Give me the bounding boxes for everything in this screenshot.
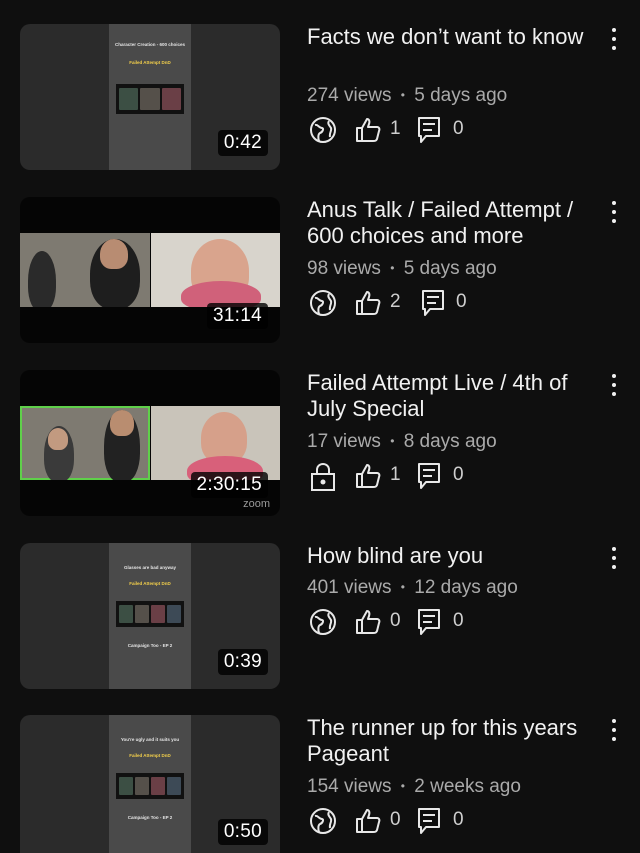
video-row[interactable]: Glasses are bad anyway Failed Attempt Dn… <box>0 543 640 715</box>
video-meta: 401 views • 12 days ago <box>307 577 518 599</box>
thumbs-up-icon[interactable] <box>354 116 382 144</box>
comment-icon[interactable] <box>421 289 447 317</box>
video-row[interactable]: You're ugly and it suits you Failed Atte… <box>0 715 640 853</box>
globe-icon[interactable] <box>309 289 337 317</box>
video-thumbnail[interactable]: 2:30:15 zoom <box>20 370 280 516</box>
video-actions: 1 0 <box>307 116 607 146</box>
video-title[interactable]: The runner up for this years Pageant <box>307 715 597 767</box>
duration-badge: 0:42 <box>217 130 268 156</box>
lock-icon[interactable] <box>309 462 337 492</box>
video-thumbnail[interactable]: Glasses are bad anyway Failed Attempt Dn… <box>20 543 280 689</box>
more-options-icon[interactable] <box>606 717 622 743</box>
upload-age: 2 weeks ago <box>414 776 521 797</box>
comment-count: 0 <box>456 291 467 312</box>
video-actions: 0 0 <box>307 807 607 837</box>
more-options-icon[interactable] <box>606 199 622 225</box>
comment-icon[interactable] <box>417 462 443 490</box>
video-meta: 17 views • 8 days ago <box>307 431 497 453</box>
separator: • <box>390 434 395 448</box>
like-count: 1 <box>390 118 401 139</box>
duration-badge: 2:30:15 <box>190 472 268 498</box>
duration-badge: 0:50 <box>217 819 268 845</box>
globe-icon[interactable] <box>309 608 337 636</box>
video-thumbnail[interactable]: 31:14 <box>20 197 280 343</box>
short-preview: You're ugly and it suits you Failed Atte… <box>109 715 191 853</box>
webcam-tile <box>151 406 280 480</box>
thumb-mini-frame <box>116 84 184 114</box>
thumbs-up-icon[interactable] <box>354 608 382 636</box>
zoom-watermark: zoom <box>243 498 270 510</box>
view-count: 17 views <box>307 431 381 452</box>
video-actions: 1 0 <box>307 462 607 492</box>
thumb-mini-frame <box>116 773 184 799</box>
webcam-tile <box>20 406 150 480</box>
short-preview: Character Creation - 600 choices Failed … <box>109 24 191 170</box>
duration-badge: 31:14 <box>206 303 268 329</box>
more-options-icon[interactable] <box>606 26 622 52</box>
separator: • <box>400 88 405 102</box>
video-title[interactable]: Failed Attempt Live / 4th of July Specia… <box>307 370 597 422</box>
comment-icon[interactable] <box>417 807 443 835</box>
globe-icon[interactable] <box>309 807 337 835</box>
comment-count: 0 <box>453 809 464 830</box>
thumb-caption: Glasses are bad anyway <box>123 565 177 570</box>
thumbs-up-icon[interactable] <box>354 462 382 490</box>
video-row[interactable]: Character Creation - 600 choices Failed … <box>0 24 640 196</box>
video-thumbnail[interactable]: You're ugly and it suits you Failed Atte… <box>20 715 280 853</box>
comment-count: 0 <box>453 610 464 631</box>
upload-age: 8 days ago <box>403 431 497 452</box>
more-options-icon[interactable] <box>606 545 622 571</box>
thumb-mini-frame <box>116 601 184 627</box>
short-preview: Glasses are bad anyway Failed Attempt Dn… <box>109 543 191 689</box>
webcam-tile <box>151 233 280 307</box>
video-actions: 0 0 <box>307 608 607 638</box>
like-count: 1 <box>390 464 401 485</box>
separator: • <box>390 261 395 275</box>
upload-age: 12 days ago <box>414 577 518 598</box>
video-meta: 154 views • 2 weeks ago <box>307 776 521 798</box>
thumbs-up-icon[interactable] <box>354 807 382 835</box>
video-row[interactable]: 2:30:15 zoom Failed Attempt Live / 4th o… <box>0 370 640 542</box>
video-actions: 2 0 <box>307 289 607 319</box>
upload-age: 5 days ago <box>414 85 508 106</box>
thumb-footer: Campaign Too - EP 2 <box>127 815 173 820</box>
separator: • <box>400 580 405 594</box>
comment-count: 0 <box>453 118 464 139</box>
video-meta: 98 views • 5 days ago <box>307 258 497 280</box>
upload-age: 5 days ago <box>403 258 497 279</box>
view-count: 154 views <box>307 776 392 797</box>
view-count: 401 views <box>307 577 392 598</box>
video-meta: 274 views • 5 days ago <box>307 85 507 107</box>
globe-icon[interactable] <box>309 116 337 144</box>
comment-icon[interactable] <box>417 608 443 636</box>
comment-icon[interactable] <box>417 116 443 144</box>
like-count: 2 <box>390 291 401 312</box>
thumb-subtitle: Failed Attempt DnD <box>129 581 171 586</box>
video-title[interactable]: Facts we don’t want to know <box>307 24 597 50</box>
like-count: 0 <box>390 809 401 830</box>
video-title[interactable]: How blind are you <box>307 543 597 569</box>
thumb-subtitle: Failed Attempt DnD <box>129 60 171 65</box>
video-row[interactable]: 31:14 Anus Talk / Failed Attempt / 600 c… <box>0 197 640 369</box>
thumb-footer: Campaign Too - EP 2 <box>127 643 173 648</box>
video-title[interactable]: Anus Talk / Failed Attempt / 600 choices… <box>307 197 597 249</box>
more-options-icon[interactable] <box>606 372 622 398</box>
duration-badge: 0:39 <box>217 649 268 675</box>
separator: • <box>400 779 405 793</box>
thumb-subtitle: Failed Attempt DnD <box>129 753 171 758</box>
view-count: 98 views <box>307 258 381 279</box>
like-count: 0 <box>390 610 401 631</box>
thumb-caption: Character Creation - 600 choices <box>114 42 186 47</box>
thumbs-up-icon[interactable] <box>354 289 382 317</box>
webcam-tile <box>20 233 150 307</box>
thumb-caption: You're ugly and it suits you <box>120 737 180 742</box>
video-thumbnail[interactable]: Character Creation - 600 choices Failed … <box>20 24 280 170</box>
view-count: 274 views <box>307 85 392 106</box>
comment-count: 0 <box>453 464 464 485</box>
